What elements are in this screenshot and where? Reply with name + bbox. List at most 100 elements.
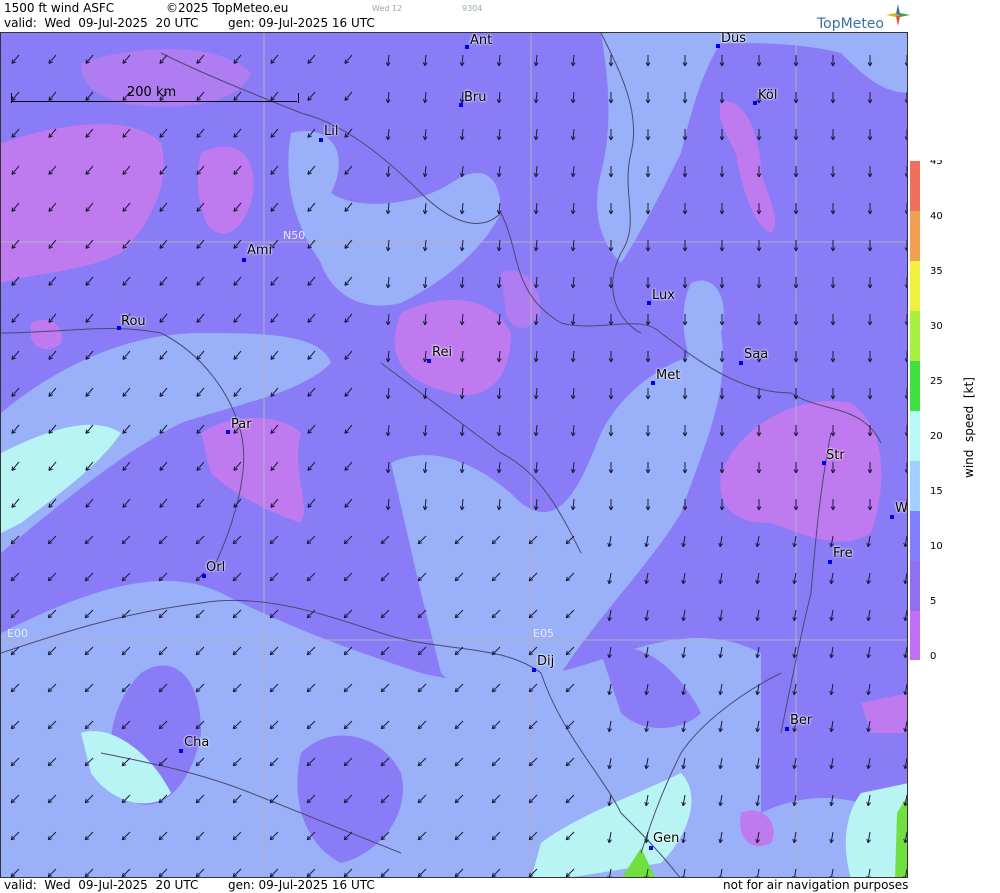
wind-arrow bbox=[232, 757, 242, 767]
wind-arrow bbox=[867, 425, 873, 437]
city-marker bbox=[785, 727, 789, 731]
wind-arrow bbox=[48, 424, 57, 434]
wind-arrow bbox=[866, 757, 871, 770]
wind-arrow bbox=[491, 720, 501, 730]
wind-arrow bbox=[11, 498, 20, 508]
wind-arrow bbox=[830, 240, 836, 252]
city-label[interactable]: Rei bbox=[432, 345, 452, 360]
wind-arrow bbox=[380, 757, 390, 767]
wind-arrow bbox=[159, 128, 168, 138]
wind-arrow bbox=[866, 868, 871, 877]
wind-arrow bbox=[756, 314, 762, 326]
lon-label-e00: E00 bbox=[7, 627, 28, 640]
valid-time: valid: Wed 09-Jul-2025 20 UTC bbox=[4, 16, 199, 30]
wind-arrow bbox=[306, 757, 316, 767]
city-label[interactable]: W bbox=[895, 501, 907, 516]
wind-arrow bbox=[682, 351, 688, 363]
lon-label-e05: E05 bbox=[533, 627, 554, 640]
city-label[interactable]: Dij bbox=[537, 654, 554, 669]
wind-arrow bbox=[269, 831, 279, 841]
footer-generated: gen: 09-Jul-2025 16 UTC bbox=[228, 878, 375, 892]
wind-arrow bbox=[829, 831, 834, 844]
city-label[interactable]: Met bbox=[656, 368, 680, 383]
wind-arrow bbox=[681, 720, 686, 733]
wind-arrow bbox=[306, 535, 316, 545]
wind-arrow bbox=[233, 498, 242, 508]
city-label[interactable]: Par bbox=[231, 417, 252, 432]
wind-arrow bbox=[533, 54, 539, 67]
wind-arrow bbox=[792, 683, 797, 696]
wind-arrow bbox=[10, 757, 20, 767]
wind-arrow bbox=[232, 868, 242, 877]
wind-arrow bbox=[459, 461, 465, 474]
wind-arrow bbox=[608, 129, 614, 141]
wind-arrow bbox=[159, 202, 168, 212]
wind-arrow bbox=[306, 683, 316, 693]
wind-arrow bbox=[158, 646, 168, 656]
city-label[interactable]: Köl bbox=[758, 88, 777, 103]
wind-arrow bbox=[307, 91, 316, 101]
wind-arrow bbox=[496, 276, 502, 289]
city-label[interactable]: Ber bbox=[790, 713, 812, 728]
city-label[interactable]: Rou bbox=[121, 314, 146, 329]
wind-arrow bbox=[158, 609, 168, 619]
wind-arrow bbox=[793, 462, 799, 474]
wind-arrow bbox=[793, 351, 799, 363]
wind-arrow bbox=[48, 387, 57, 397]
wind-map[interactable]: N50 E00 E05 200 km Ant Düs Bru Köl Lil A… bbox=[0, 32, 908, 878]
wind-arrow bbox=[496, 424, 502, 437]
wind-arrow bbox=[47, 831, 57, 841]
wind-arrow bbox=[159, 276, 168, 286]
wind-arrow bbox=[344, 387, 353, 397]
wind-arrow bbox=[608, 425, 614, 437]
wind-arrow bbox=[307, 128, 316, 138]
wind-arrow bbox=[459, 313, 465, 326]
city-label[interactable]: Saa bbox=[744, 347, 768, 362]
wind-arrow bbox=[565, 831, 575, 841]
city-label[interactable]: Lil bbox=[324, 124, 338, 139]
city-label[interactable]: Lux bbox=[652, 288, 675, 303]
wind-arrow bbox=[454, 720, 464, 730]
wind-arrow bbox=[344, 165, 353, 175]
wind-arrow bbox=[459, 276, 465, 289]
city-label[interactable]: Gen bbox=[653, 831, 679, 846]
wind-arrow bbox=[866, 794, 871, 807]
wind-arrow bbox=[270, 54, 279, 64]
wind-arrow bbox=[10, 646, 20, 656]
city-label[interactable]: Cha bbox=[184, 735, 209, 750]
wind-arrow bbox=[608, 277, 614, 289]
city-label[interactable]: Orl bbox=[206, 560, 225, 575]
wind-arrow bbox=[903, 757, 907, 770]
wind-arrow bbox=[307, 424, 316, 434]
wind-arrow bbox=[491, 609, 501, 619]
wind-arrow bbox=[307, 498, 316, 508]
wind-arrow bbox=[681, 609, 686, 622]
city-label[interactable]: Ant bbox=[470, 33, 492, 48]
wind-arrow bbox=[792, 757, 797, 770]
wind-arrow bbox=[121, 609, 131, 619]
wind-arrow bbox=[422, 54, 428, 67]
wind-arrow bbox=[496, 387, 502, 400]
wind-arrows bbox=[10, 54, 907, 877]
wind-arrow bbox=[718, 831, 723, 844]
wind-arrow bbox=[830, 277, 836, 289]
city-label[interactable]: Ami bbox=[247, 243, 272, 258]
wind-arrow bbox=[718, 720, 723, 733]
wind-arrow bbox=[196, 276, 205, 286]
wind-arrow bbox=[644, 572, 649, 585]
wind-arrow bbox=[903, 609, 907, 622]
wind-arrow bbox=[719, 277, 725, 289]
wind-arrow bbox=[385, 276, 391, 289]
wind-arrow bbox=[491, 831, 501, 841]
city-label[interactable]: Düs bbox=[721, 33, 746, 46]
city-marker bbox=[242, 258, 246, 262]
wind-arrow bbox=[11, 276, 20, 286]
city-label[interactable]: Str bbox=[826, 448, 845, 463]
wind-arrow bbox=[380, 868, 390, 877]
city-label[interactable]: Bru bbox=[464, 90, 487, 105]
wind-arrow bbox=[904, 129, 907, 141]
wind-arrow bbox=[608, 351, 614, 363]
wind-arrow bbox=[233, 54, 242, 64]
city-label[interactable]: Fre bbox=[833, 546, 853, 561]
wind-arrow bbox=[528, 683, 538, 693]
